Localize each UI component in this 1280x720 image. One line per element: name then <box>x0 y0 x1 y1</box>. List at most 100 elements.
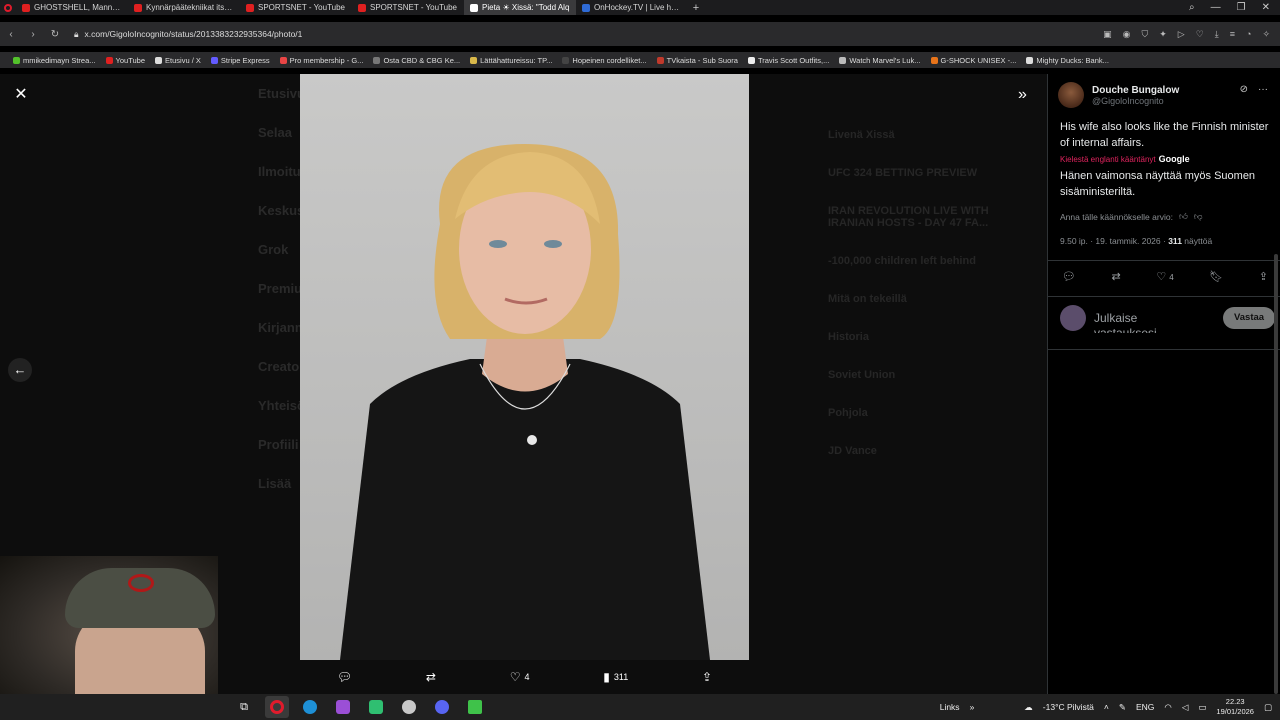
app-green-icon[interactable] <box>364 696 388 718</box>
tab-6[interactable]: OnHockey.TV | Live hocke <box>576 0 688 15</box>
translation-label: Kielestä englanti kääntänyt Google <box>1060 154 1190 164</box>
close-viewer-button[interactable]: ✕ <box>12 86 30 104</box>
notification-icon[interactable]: ▢ <box>1264 702 1272 713</box>
tweet-author[interactable]: Douche Bungalow @GigoloIncognito <box>1058 82 1179 108</box>
opera-taskbar-icon[interactable] <box>265 696 289 718</box>
thumbs-down-icon[interactable]: 👎︎ <box>1194 211 1203 222</box>
discord-icon[interactable] <box>430 696 454 718</box>
close-window-button[interactable]: ✕ <box>1262 2 1270 13</box>
display-name[interactable]: Douche Bungalow <box>1092 85 1179 96</box>
back-button[interactable]: ‹ <box>0 29 22 40</box>
weather[interactable]: -13°C Pilvistä <box>1043 702 1094 712</box>
play-icon[interactable]: ▷ <box>1178 29 1185 40</box>
chevron-right-icon[interactable]: » <box>970 702 975 712</box>
gear-icon <box>839 56 847 64</box>
like-action[interactable]: ♡ 4 <box>510 670 530 684</box>
reply-icon[interactable]: 💬︎ <box>1062 270 1076 283</box>
bookmark-item[interactable]: Travis Scott Outfits,... <box>743 56 834 65</box>
w-icon <box>747 56 755 64</box>
profile-icon[interactable]: ◔ <box>1246 29 1251 40</box>
download-icon[interactable]: ⤓ <box>1215 29 1219 40</box>
tab-4[interactable]: SPORTSNET - YouTube <box>352 0 464 15</box>
tab-3[interactable]: SPORTSNET - YouTube <box>240 0 352 15</box>
edge-icon[interactable] <box>298 696 322 718</box>
restore-button[interactable]: ❐ <box>1237 2 1246 13</box>
url-field[interactable]: 🔒︎ x.com/GigoloIncognito/status/20133832… <box>74 29 302 40</box>
tweet-photo[interactable] <box>300 74 749 660</box>
chevron-up-icon[interactable]: ˄ <box>1104 702 1109 712</box>
retweet-icon[interactable]: ⇄ <box>1112 270 1121 283</box>
snapshot-icon[interactable]: ▣ <box>1103 29 1112 40</box>
heart-icon[interactable]: ♡ <box>1196 29 1204 40</box>
share-icon[interactable]: ⇪ <box>1259 270 1268 283</box>
menu-icon[interactable]: ≡ <box>1230 29 1235 40</box>
camera-icon[interactable]: ◉ <box>1123 29 1131 40</box>
tab-1[interactable]: GHOSTSHELL, Mannequin <box>16 0 128 15</box>
double-chevron-right-icon[interactable]: » <box>1018 86 1027 104</box>
thumbs-up-icon[interactable]: 👍︎ <box>1179 211 1188 222</box>
app-grey-icon[interactable] <box>397 696 421 718</box>
share-icon: ⇪ <box>701 670 713 684</box>
bookmark-item[interactable]: Watch Marvel's Luk... <box>834 56 925 65</box>
bookmark-item[interactable]: TVkaista - Sub Suora <box>652 56 743 65</box>
forward-button[interactable]: › <box>22 29 44 40</box>
timestamp[interactable]: 9.50 ip. · 19. tammik. 2026 · <box>1060 236 1166 246</box>
ghost-trend: Mitä on tekeillä <box>828 293 907 305</box>
tweet-side-panel: Douche Bungalow @GigoloIncognito ⊘ ··· H… <box>1047 74 1280 694</box>
bookmark-item[interactable]: Osta CBD & CBG Ke... <box>368 56 465 65</box>
translated-from[interactable]: Kielestä englanti kääntänyt <box>1060 155 1156 164</box>
tab-5-active[interactable]: Pieta ☀ Xissä: "Todd Alq <box>464 0 576 15</box>
translated-text: Hänen vaimonsa näyttää myös Suomen sisäm… <box>1060 170 1256 198</box>
views-action[interactable]: ▮ 311 <box>603 670 628 684</box>
pen-icon[interactable]: ✎ <box>1119 702 1126 713</box>
bookmark-item[interactable]: Stripe Express <box>206 56 275 65</box>
bookmark-label: Watch Marvel's Luk... <box>849 55 921 65</box>
bookmark-item[interactable]: Etusivu / X <box>150 56 206 65</box>
more-icon[interactable]: ··· <box>1258 84 1268 95</box>
opera-logo-icon[interactable] <box>0 3 16 12</box>
avatar[interactable] <box>1058 82 1084 108</box>
bookmark-label: Mighty Ducks: Bank... <box>1036 55 1109 65</box>
divider <box>1048 349 1280 350</box>
x-icon <box>155 56 163 64</box>
reply-button[interactable]: Vastaa <box>1223 307 1275 329</box>
retweet-action[interactable]: ⇄ <box>426 670 436 684</box>
bookmark-item[interactable]: Hopeinen cordelliket... <box>557 56 651 65</box>
reload-button[interactable]: ↻ <box>44 29 66 40</box>
battery-icon[interactable]: ▭ <box>1198 702 1206 713</box>
store-icon[interactable] <box>331 696 355 718</box>
bookmark-item[interactable]: Lättähattureissu: TP... <box>465 56 557 65</box>
extension-icon[interactable]: ✦ <box>1159 29 1167 40</box>
bookmark-label: Osta CBD & CBG Ke... <box>383 55 461 65</box>
clock[interactable]: 22.23 19/01/2026 <box>1216 697 1254 717</box>
reply-icon: 💬︎ <box>336 670 353 684</box>
scrollbar[interactable] <box>1274 254 1278 694</box>
username[interactable]: @GigoloIncognito <box>1092 96 1179 106</box>
tab-2[interactable]: Kynnärpäätekniikat itsepu <box>128 0 240 15</box>
bookmark-item[interactable]: Mighty Ducks: Bank... <box>1021 56 1114 65</box>
speaker-icon[interactable]: ◁ <box>1182 702 1189 713</box>
like-button[interactable]: ♡ 4 <box>1156 270 1173 283</box>
bookmark-item[interactable]: mmikedimayn Strea... <box>8 56 101 65</box>
search-tabs-icon[interactable]: ⌕ <box>1189 2 1195 13</box>
share-action[interactable]: ⇪ <box>702 670 712 684</box>
new-tab-button[interactable]: + <box>688 2 704 14</box>
minimize-button[interactable]: — <box>1211 2 1221 13</box>
language[interactable]: ENG <box>1136 702 1154 712</box>
aria-icon[interactable]: ✧ <box>1262 29 1270 40</box>
shield-icon[interactable]: ⛉ <box>1141 29 1148 40</box>
grok-icon[interactable]: ⊘ <box>1240 84 1248 95</box>
bookmark-item[interactable]: Pro membership - G... <box>275 56 369 65</box>
task-view-icon[interactable]: ⧉ <box>232 696 256 718</box>
wifi-icon[interactable]: ◠ <box>1164 702 1171 713</box>
reply-action[interactable]: 💬︎ <box>337 670 352 684</box>
reply-input[interactable]: Julkaise vastauksesi <box>1094 311 1194 333</box>
play-app-icon[interactable] <box>463 696 487 718</box>
links-toolbar[interactable]: Links <box>940 702 960 712</box>
bookmark-icon[interactable]: 🔖︎ <box>1209 270 1223 283</box>
reply-composer: Julkaise vastauksesi Vastaa <box>1060 305 1275 335</box>
bookmark-item[interactable]: YouTube <box>101 56 150 65</box>
views-label: näyttöä <box>1184 236 1213 246</box>
bookmark-item[interactable]: G-SHOCK UNISEX -... <box>926 56 1022 65</box>
previous-photo-button[interactable]: ← <box>8 358 32 382</box>
